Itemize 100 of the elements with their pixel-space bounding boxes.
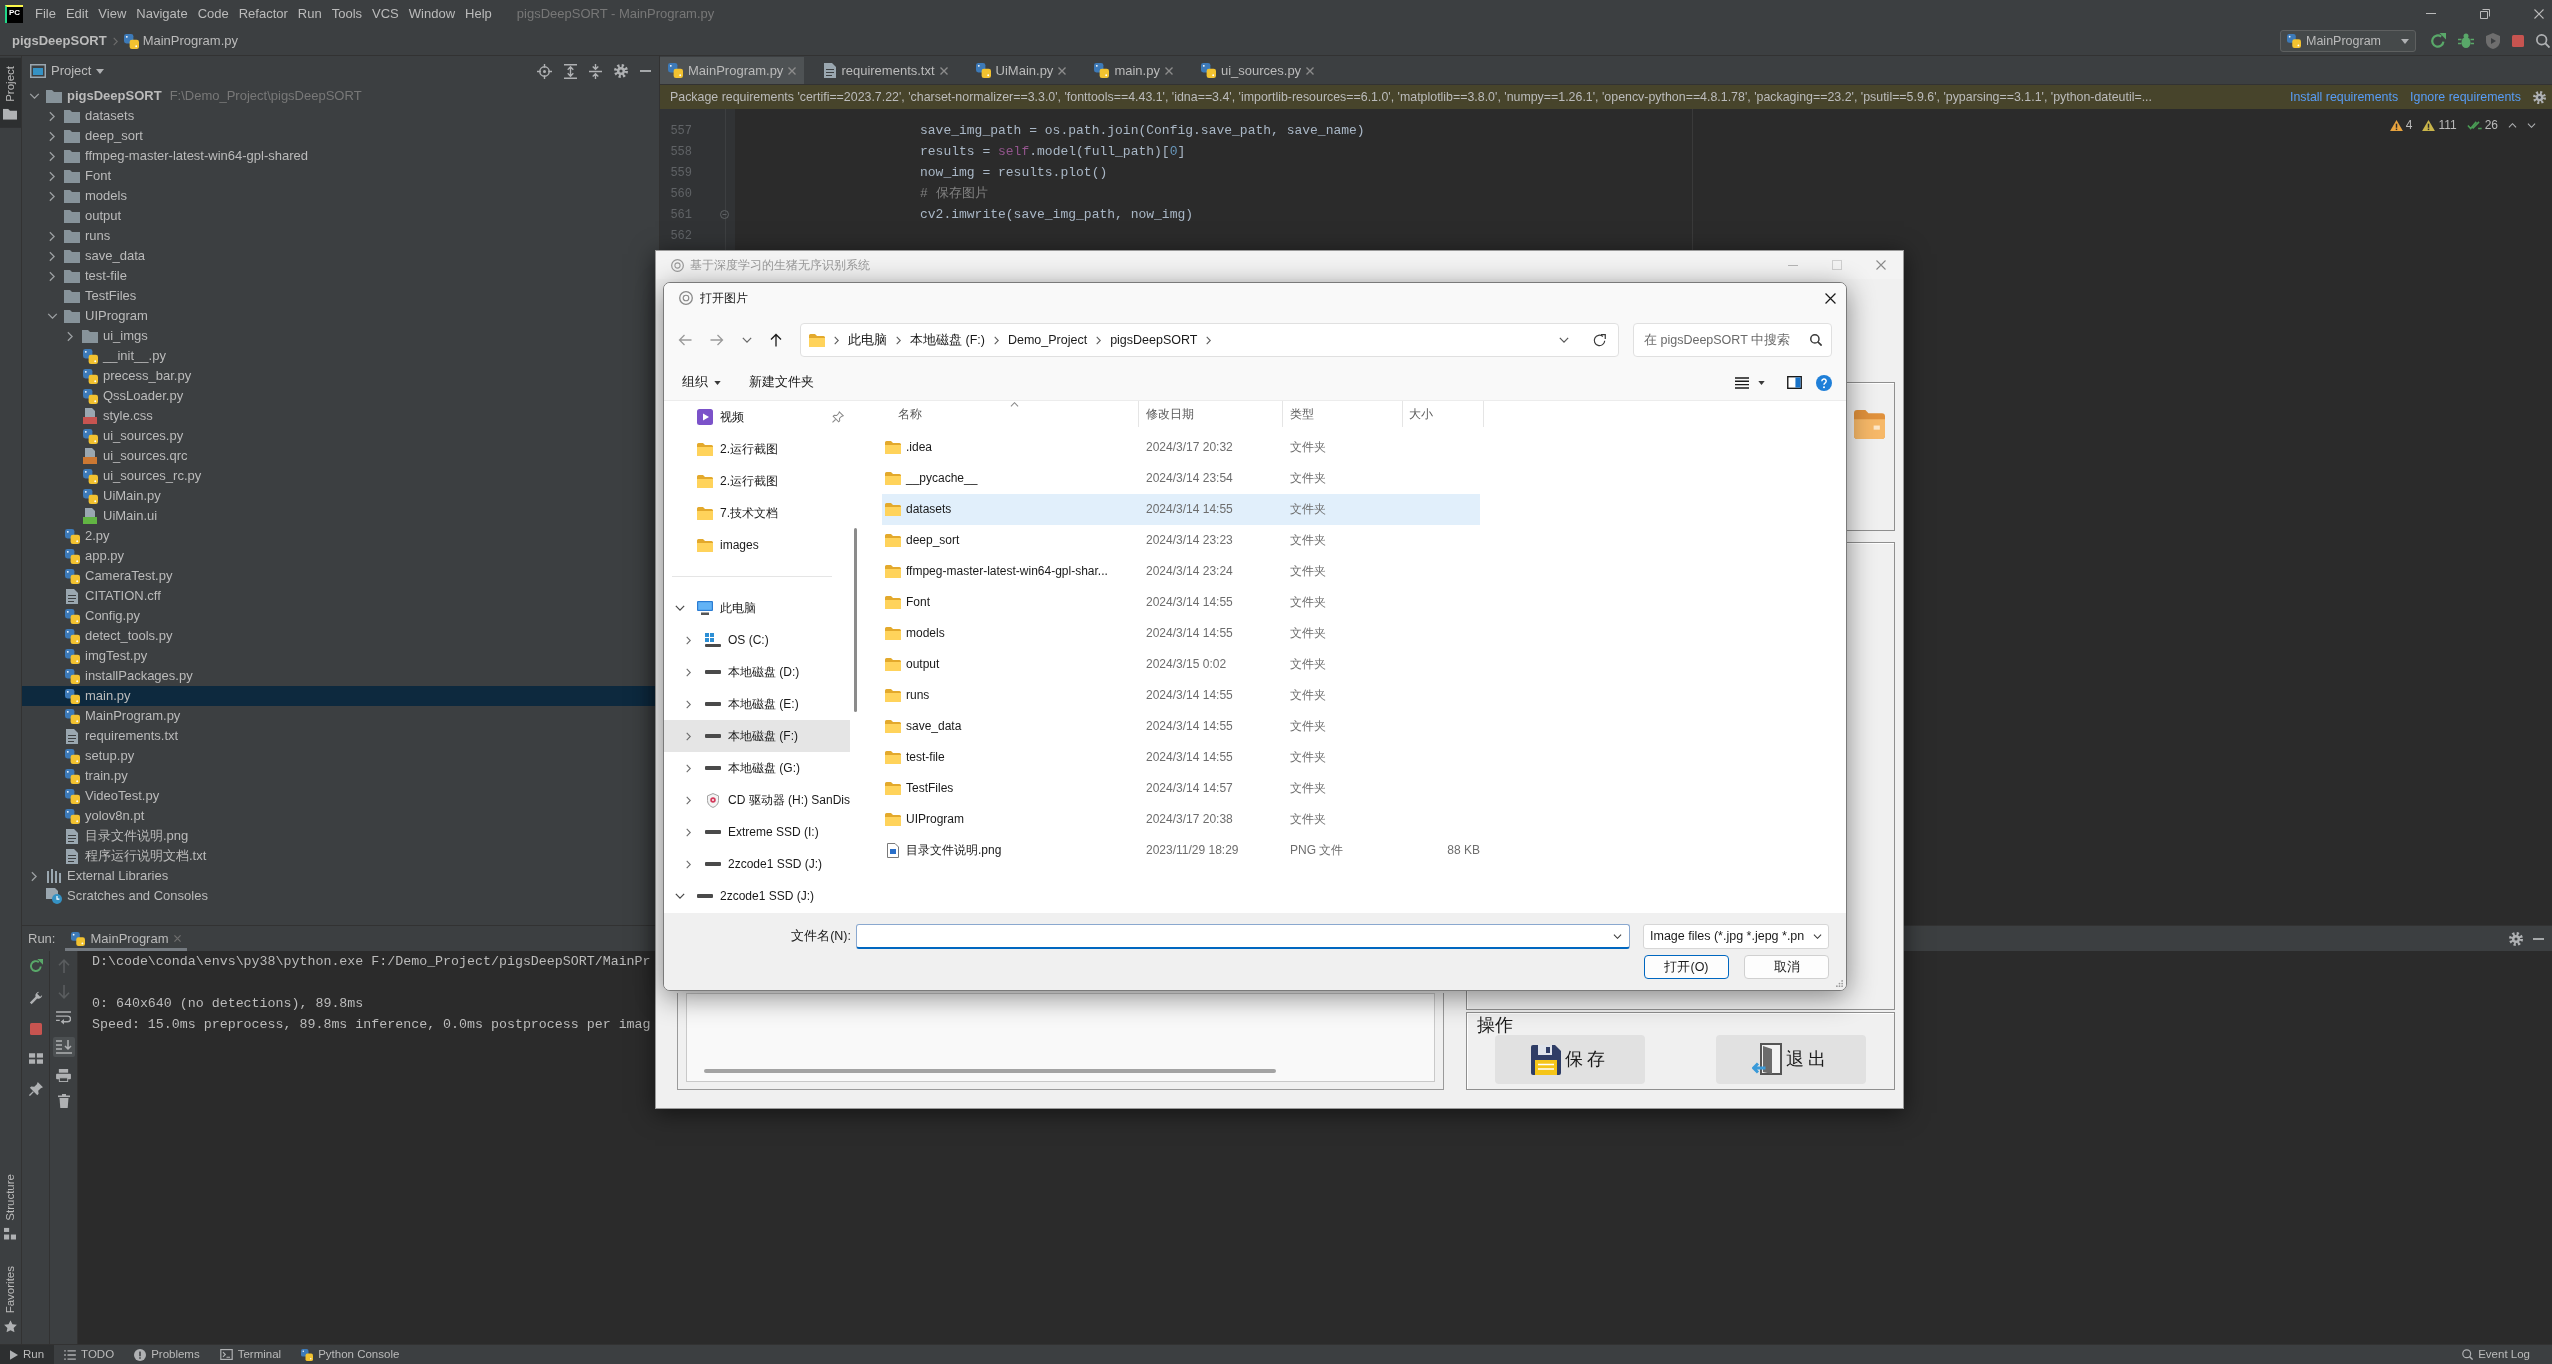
address-crumb[interactable]: Demo_Project: [1007, 332, 1088, 348]
tree-item[interactable]: __init__.py: [64, 346, 166, 366]
navigation-item[interactable]: 此电脑: [675, 592, 756, 624]
tree-item[interactable]: models: [46, 186, 127, 206]
printer-icon[interactable]: [56, 1069, 71, 1082]
wrench-icon[interactable]: [28, 991, 43, 1005]
tree-item[interactable]: VideoTest.py: [46, 786, 160, 806]
folder-icon[interactable]: [1854, 410, 1885, 439]
chevron-down-icon[interactable]: [742, 337, 752, 343]
filename-field[interactable]: [856, 924, 1630, 949]
tree-item[interactable]: ui_imgs: [64, 326, 148, 346]
event-log-tab[interactable]: Event Log: [2452, 1345, 2540, 1364]
file-row[interactable]: models 2024/3/14 14:55 文件夹: [882, 618, 1480, 649]
file-row[interactable]: save_data 2024/3/14 14:55 文件夹: [882, 711, 1480, 742]
pin-icon[interactable]: [28, 1082, 43, 1096]
tree-item[interactable]: 程序运行说明文档.txt: [46, 846, 207, 866]
editor-tab[interactable]: ui_sources.py: [1192, 57, 1323, 84]
resize-grip-icon[interactable]: [1836, 980, 1843, 987]
tree-item[interactable]: ffmpeg-master-latest-win64-gpl-shared: [46, 146, 309, 166]
chevron-right-icon[interactable]: [49, 230, 55, 242]
tree-item[interactable]: deep_sort: [46, 126, 143, 146]
tree-item[interactable]: UIProgram: [46, 306, 148, 326]
breadcrumb-item[interactable]: pigsDeepSORT: [12, 33, 107, 49]
view-selector[interactable]: Project: [30, 63, 105, 79]
chevron-up-icon[interactable]: [2508, 122, 2517, 128]
view-menu-button[interactable]: [1735, 376, 1765, 389]
chevron-right-icon[interactable]: [685, 667, 691, 677]
collapse-all-icon[interactable]: [589, 63, 602, 79]
breadcrumb-item[interactable]: MainProgram.py: [123, 33, 238, 49]
layout-icon[interactable]: [28, 1053, 43, 1064]
search-icon[interactable]: [1810, 334, 1822, 346]
menu-item[interactable]: Run: [292, 5, 327, 22]
chevron-right-icon[interactable]: [685, 859, 691, 869]
navigation-item[interactable]: 2zcode1 SSD (J:): [683, 848, 823, 880]
navigation-item[interactable]: 本地磁盘 (G:): [683, 752, 800, 784]
navigation-item[interactable]: 本地磁盘 (F:): [664, 720, 850, 752]
tree-item[interactable]: save_data: [46, 246, 145, 266]
navigation-item[interactable]: 7.技术文档: [675, 497, 778, 529]
tool-window-tab[interactable]: Run: [0, 1345, 55, 1364]
chevron-right-icon[interactable]: [49, 270, 55, 282]
menu-item[interactable]: Help: [460, 5, 497, 22]
address-crumb[interactable]: 此电脑: [848, 332, 887, 348]
tree-item[interactable]: setup.py: [46, 746, 135, 766]
chevron-right-icon[interactable]: [685, 763, 691, 773]
navigation-item[interactable]: images: [675, 529, 759, 561]
arrow-up-icon[interactable]: [770, 333, 782, 347]
tree-item[interactable]: ui_sources.py: [64, 426, 184, 446]
tree-item[interactable]: installPackages.py: [46, 666, 193, 686]
scrollbar[interactable]: [704, 1069, 1276, 1073]
soft-wrap-icon[interactable]: [56, 1011, 71, 1025]
column-header[interactable]: 类型: [1283, 401, 1403, 427]
minimize-icon[interactable]: [2533, 937, 2544, 940]
navigation-item[interactable]: OS (C:): [683, 624, 769, 656]
chevron-right-icon[interactable]: [31, 870, 37, 882]
notification-link[interactable]: Install requirements: [2290, 89, 2399, 105]
tree-item[interactable]: test-file: [46, 266, 127, 286]
address-crumb[interactable]: pigsDeepSORT: [1110, 332, 1198, 348]
chevron-right-icon[interactable]: [49, 110, 55, 122]
tree-item[interactable]: ui_sources_rc.py: [64, 466, 202, 486]
tree-item[interactable]: output: [46, 206, 122, 226]
pin-icon[interactable]: [832, 411, 844, 423]
arrow-right-icon[interactable]: [710, 334, 724, 346]
chevron-right-icon[interactable]: [993, 335, 999, 345]
tree-item[interactable]: ui_sources.qrc: [64, 446, 188, 466]
chevron-right-icon[interactable]: [67, 330, 73, 342]
notification-link[interactable]: Ignore requirements: [2410, 89, 2521, 105]
tree-item[interactable]: MainProgram.py: [46, 706, 181, 726]
rerun-icon[interactable]: [28, 959, 43, 973]
menu-item[interactable]: Navigate: [131, 5, 193, 22]
menu-item[interactable]: Tools: [326, 5, 368, 22]
tree-item[interactable]: Scratches and Consoles: [28, 886, 208, 906]
tree-item[interactable]: detect_tools.py: [46, 626, 173, 646]
chevron-right-icon[interactable]: [49, 170, 55, 182]
side-tab[interactable]: Project: [0, 58, 21, 128]
file-row[interactable]: UIProgram 2024/3/17 20:38 文件夹: [882, 804, 1480, 835]
search-field[interactable]: 在 pigsDeepSORT 中搜索: [1633, 323, 1832, 357]
console-tab[interactable]: MainProgram: [65, 926, 187, 951]
tree-item[interactable]: Config.py: [46, 606, 140, 626]
scroll-to-end-icon[interactable]: [52, 1037, 75, 1057]
chevron-right-icon[interactable]: [49, 250, 55, 262]
menu-item[interactable]: Window: [403, 5, 461, 22]
chevron-right-icon[interactable]: [49, 150, 55, 162]
menu-button[interactable]: 组织: [682, 375, 721, 390]
tree-item[interactable]: TestFiles: [46, 286, 137, 306]
column-header[interactable]: 大小: [1403, 401, 1484, 427]
chevron-down-icon[interactable]: [675, 605, 685, 611]
file-row[interactable]: .idea 2024/3/17 20:32 文件夹: [882, 432, 1480, 463]
settings-icon[interactable]: [2533, 90, 2546, 104]
fold-marker-icon[interactable]: [720, 210, 729, 219]
close-icon[interactable]: [1825, 292, 1836, 304]
chevron-down-icon[interactable]: [1613, 934, 1622, 939]
exit-button[interactable]: 退出: [1716, 1035, 1866, 1084]
file-row[interactable]: Font 2024/3/14 14:55 文件夹: [882, 587, 1480, 618]
side-tab[interactable]: Structure: [0, 1166, 21, 1248]
file-row[interactable]: output 2024/3/15 0:02 文件夹: [882, 649, 1480, 680]
navigation-item[interactable]: 本地磁盘 (E:): [683, 688, 799, 720]
navigation-item[interactable]: Extreme SSD (I:): [683, 816, 819, 848]
file-row[interactable]: runs 2024/3/14 14:55 文件夹: [882, 680, 1480, 711]
tree-item[interactable]: UiMain.ui: [64, 506, 158, 526]
inspection-counter[interactable]: 4: [2389, 118, 2413, 133]
